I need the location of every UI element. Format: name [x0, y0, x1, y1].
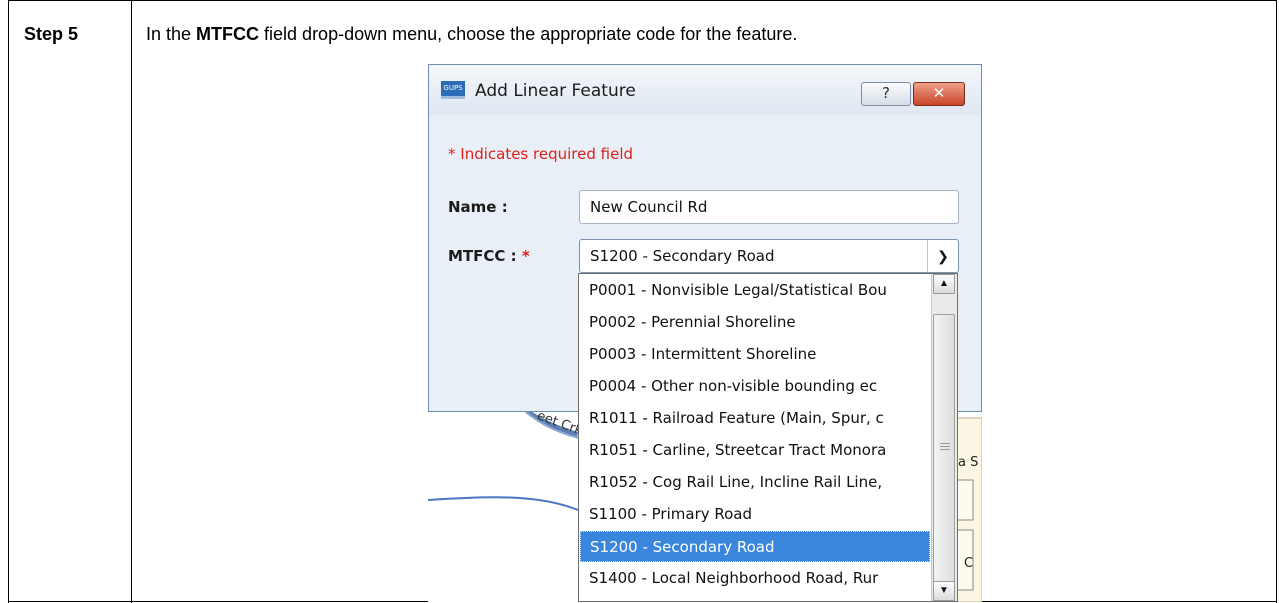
map-label-fragment-2: C: [964, 556, 974, 571]
table-left-border: [8, 0, 9, 603]
mtfcc-field-name: MTFCC: [196, 24, 260, 44]
screenshot-image: eet Crk a S C GUPS Add Linear Feature ? …: [428, 64, 982, 602]
dropdown-scrollbar[interactable]: ▲ ▼: [931, 274, 957, 601]
dropdown-option[interactable]: S1400 - Local Neighborhood Road, Rur: [580, 563, 930, 594]
map-label-fragment: a S: [958, 455, 979, 470]
chevron-down-icon[interactable]: ❯: [927, 240, 958, 272]
mtfcc-label: MTFCC : *: [448, 247, 530, 265]
dropdown-option[interactable]: R1011 - Railroad Feature (Main, Spur, c: [580, 403, 930, 434]
dropdown-option[interactable]: R1052 - Cog Rail Line, Incline Rail Line…: [580, 467, 930, 498]
dialog-titlebar[interactable]: GUPS Add Linear Feature ? ✕: [429, 65, 981, 115]
step-instruction: In the MTFCC field drop-down menu, choos…: [146, 24, 798, 44]
help-button[interactable]: ?: [861, 82, 911, 106]
required-marker: *: [521, 247, 530, 265]
scroll-down-arrow-icon[interactable]: ▼: [933, 581, 955, 601]
mtfcc-selected-value: S1200 - Secondary Road: [590, 247, 775, 265]
scroll-up-arrow-icon[interactable]: ▲: [933, 274, 955, 294]
table-top-border: [8, 0, 1277, 1]
required-field-note: * Indicates required field: [448, 145, 634, 163]
close-button[interactable]: ✕: [913, 82, 965, 106]
dropdown-option[interactable]: P0004 - Other non-visible bounding ec: [580, 371, 930, 402]
name-label: Name :: [448, 198, 508, 216]
dropdown-option[interactable]: P0002 - Perennial Shoreline: [580, 307, 930, 338]
mtfcc-select[interactable]: S1200 - Secondary Road ❯: [579, 239, 959, 273]
gups-app-icon: GUPS: [441, 81, 465, 99]
name-input[interactable]: New Council Rd: [579, 190, 959, 224]
dropdown-option[interactable]: P0001 - Nonvisible Legal/Statistical Bou: [580, 275, 930, 306]
mtfcc-dropdown-list: P0001 - Nonvisible Legal/Statistical Bou…: [578, 273, 958, 602]
scrollbar-thumb[interactable]: [933, 314, 955, 582]
dropdown-option[interactable]: S1100 - Primary Road: [580, 499, 930, 530]
step-label: Step 5: [24, 24, 79, 44]
dropdown-option[interactable]: P0003 - Intermittent Shoreline: [580, 339, 930, 370]
dropdown-option[interactable]: R1051 - Carline, Streetcar Tract Monora: [580, 435, 930, 466]
table-right-border: [1276, 0, 1277, 603]
dropdown-option-selected[interactable]: S1200 - Secondary Road: [580, 531, 930, 562]
dialog-title: Add Linear Feature: [475, 81, 636, 101]
table-column-divider: [131, 0, 132, 603]
